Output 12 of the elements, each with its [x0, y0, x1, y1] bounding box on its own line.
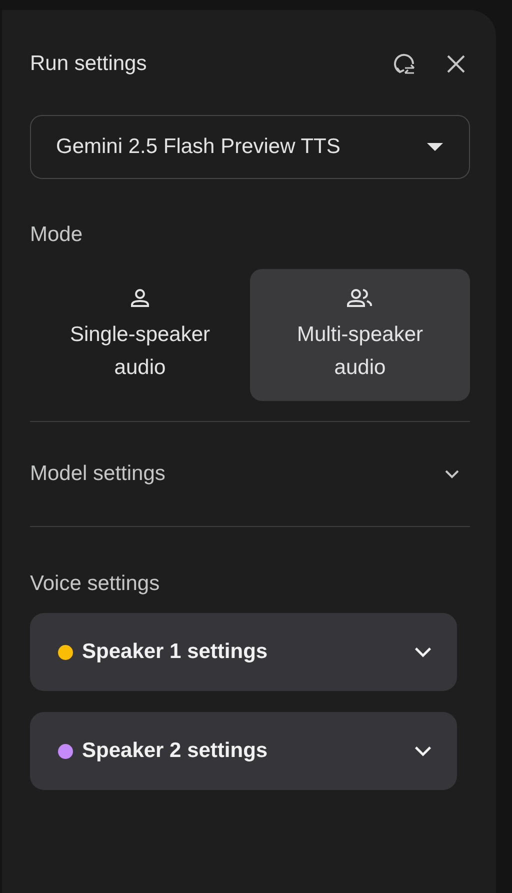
person-icon [128, 286, 152, 310]
model-dropdown[interactable]: Gemini 2.5 Flash Preview TTS [30, 115, 470, 179]
model-settings-header[interactable]: Model settings [30, 422, 470, 526]
panel-title: Run settings [30, 52, 148, 76]
mode-option[interactable]: Single-speaker audio [30, 269, 250, 401]
speaker-settings-header[interactable]: Speaker 2 settings [30, 712, 457, 790]
dropdown-caret-icon [427, 143, 443, 151]
people-icon [346, 286, 374, 310]
mode-label: Mode [30, 223, 84, 247]
voice-settings-label: Voice settings [30, 572, 161, 596]
mode-option[interactable]: Multi-speaker audio [250, 269, 470, 401]
speaker-settings-header[interactable]: Speaker 1 settings [30, 613, 457, 691]
